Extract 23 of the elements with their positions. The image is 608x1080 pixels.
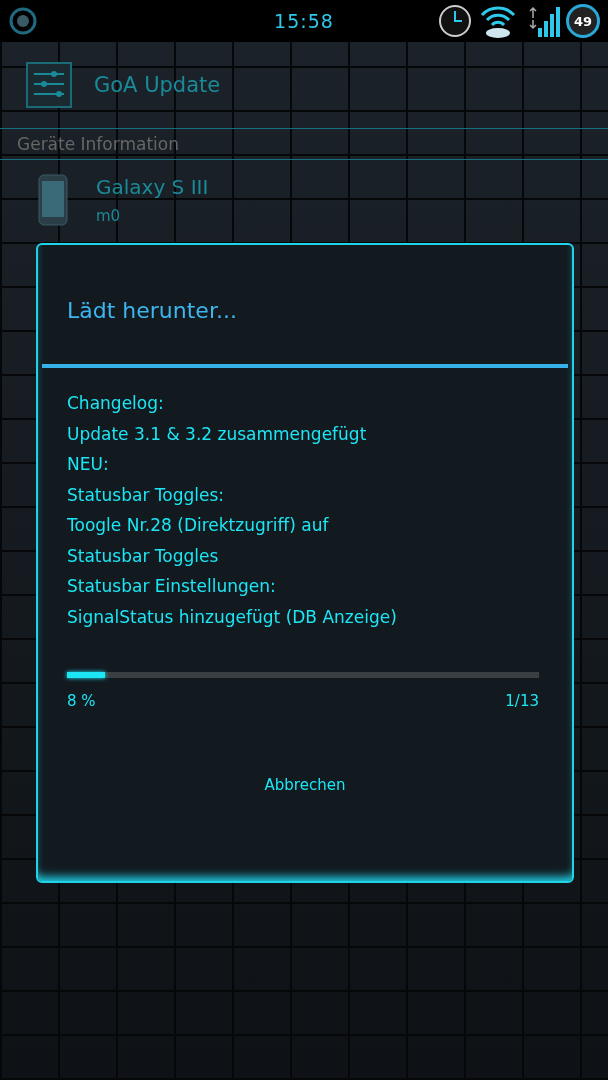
changelog-line: Statusbar Toggles: [67, 483, 226, 507]
device-model: m0 [96, 207, 122, 225]
changelog-line: Update 3.1 & 3.2 zusammengefügt [67, 422, 368, 446]
changelog-line: Changelog: [67, 392, 165, 415]
changelog-line: Statusbar Einstellungen: [67, 575, 277, 598]
sync-icon [8, 6, 38, 36]
clock-icon [438, 4, 472, 38]
device-name: Galaxy S III [96, 175, 209, 199]
changelog-line: SignalStatus hinzugefügt (DB Anzeige) [67, 605, 398, 629]
device-item[interactable]: Galaxy S III m0 [0, 160, 608, 226]
section-header: Geräte Information [17, 134, 179, 154]
clock-time: 15:58 [274, 10, 334, 32]
changelog-line: Statusbar Toggles [67, 544, 220, 568]
dialog-title: Lädt herunter... [67, 298, 237, 323]
app-title: GoA Update [94, 73, 221, 97]
progress-count: 1/13 [505, 692, 539, 710]
sliders-icon [26, 62, 72, 108]
phone-icon [38, 174, 68, 226]
cancel-button[interactable]: Abbrechen [252, 770, 358, 800]
changelog-line: Toogle Nr.28 (Direktzugriff) auf [67, 514, 330, 537]
changelog-line: NEU: [67, 453, 110, 476]
battery-indicator: 49 [566, 4, 600, 38]
progress-percent: 8 % [67, 692, 96, 710]
